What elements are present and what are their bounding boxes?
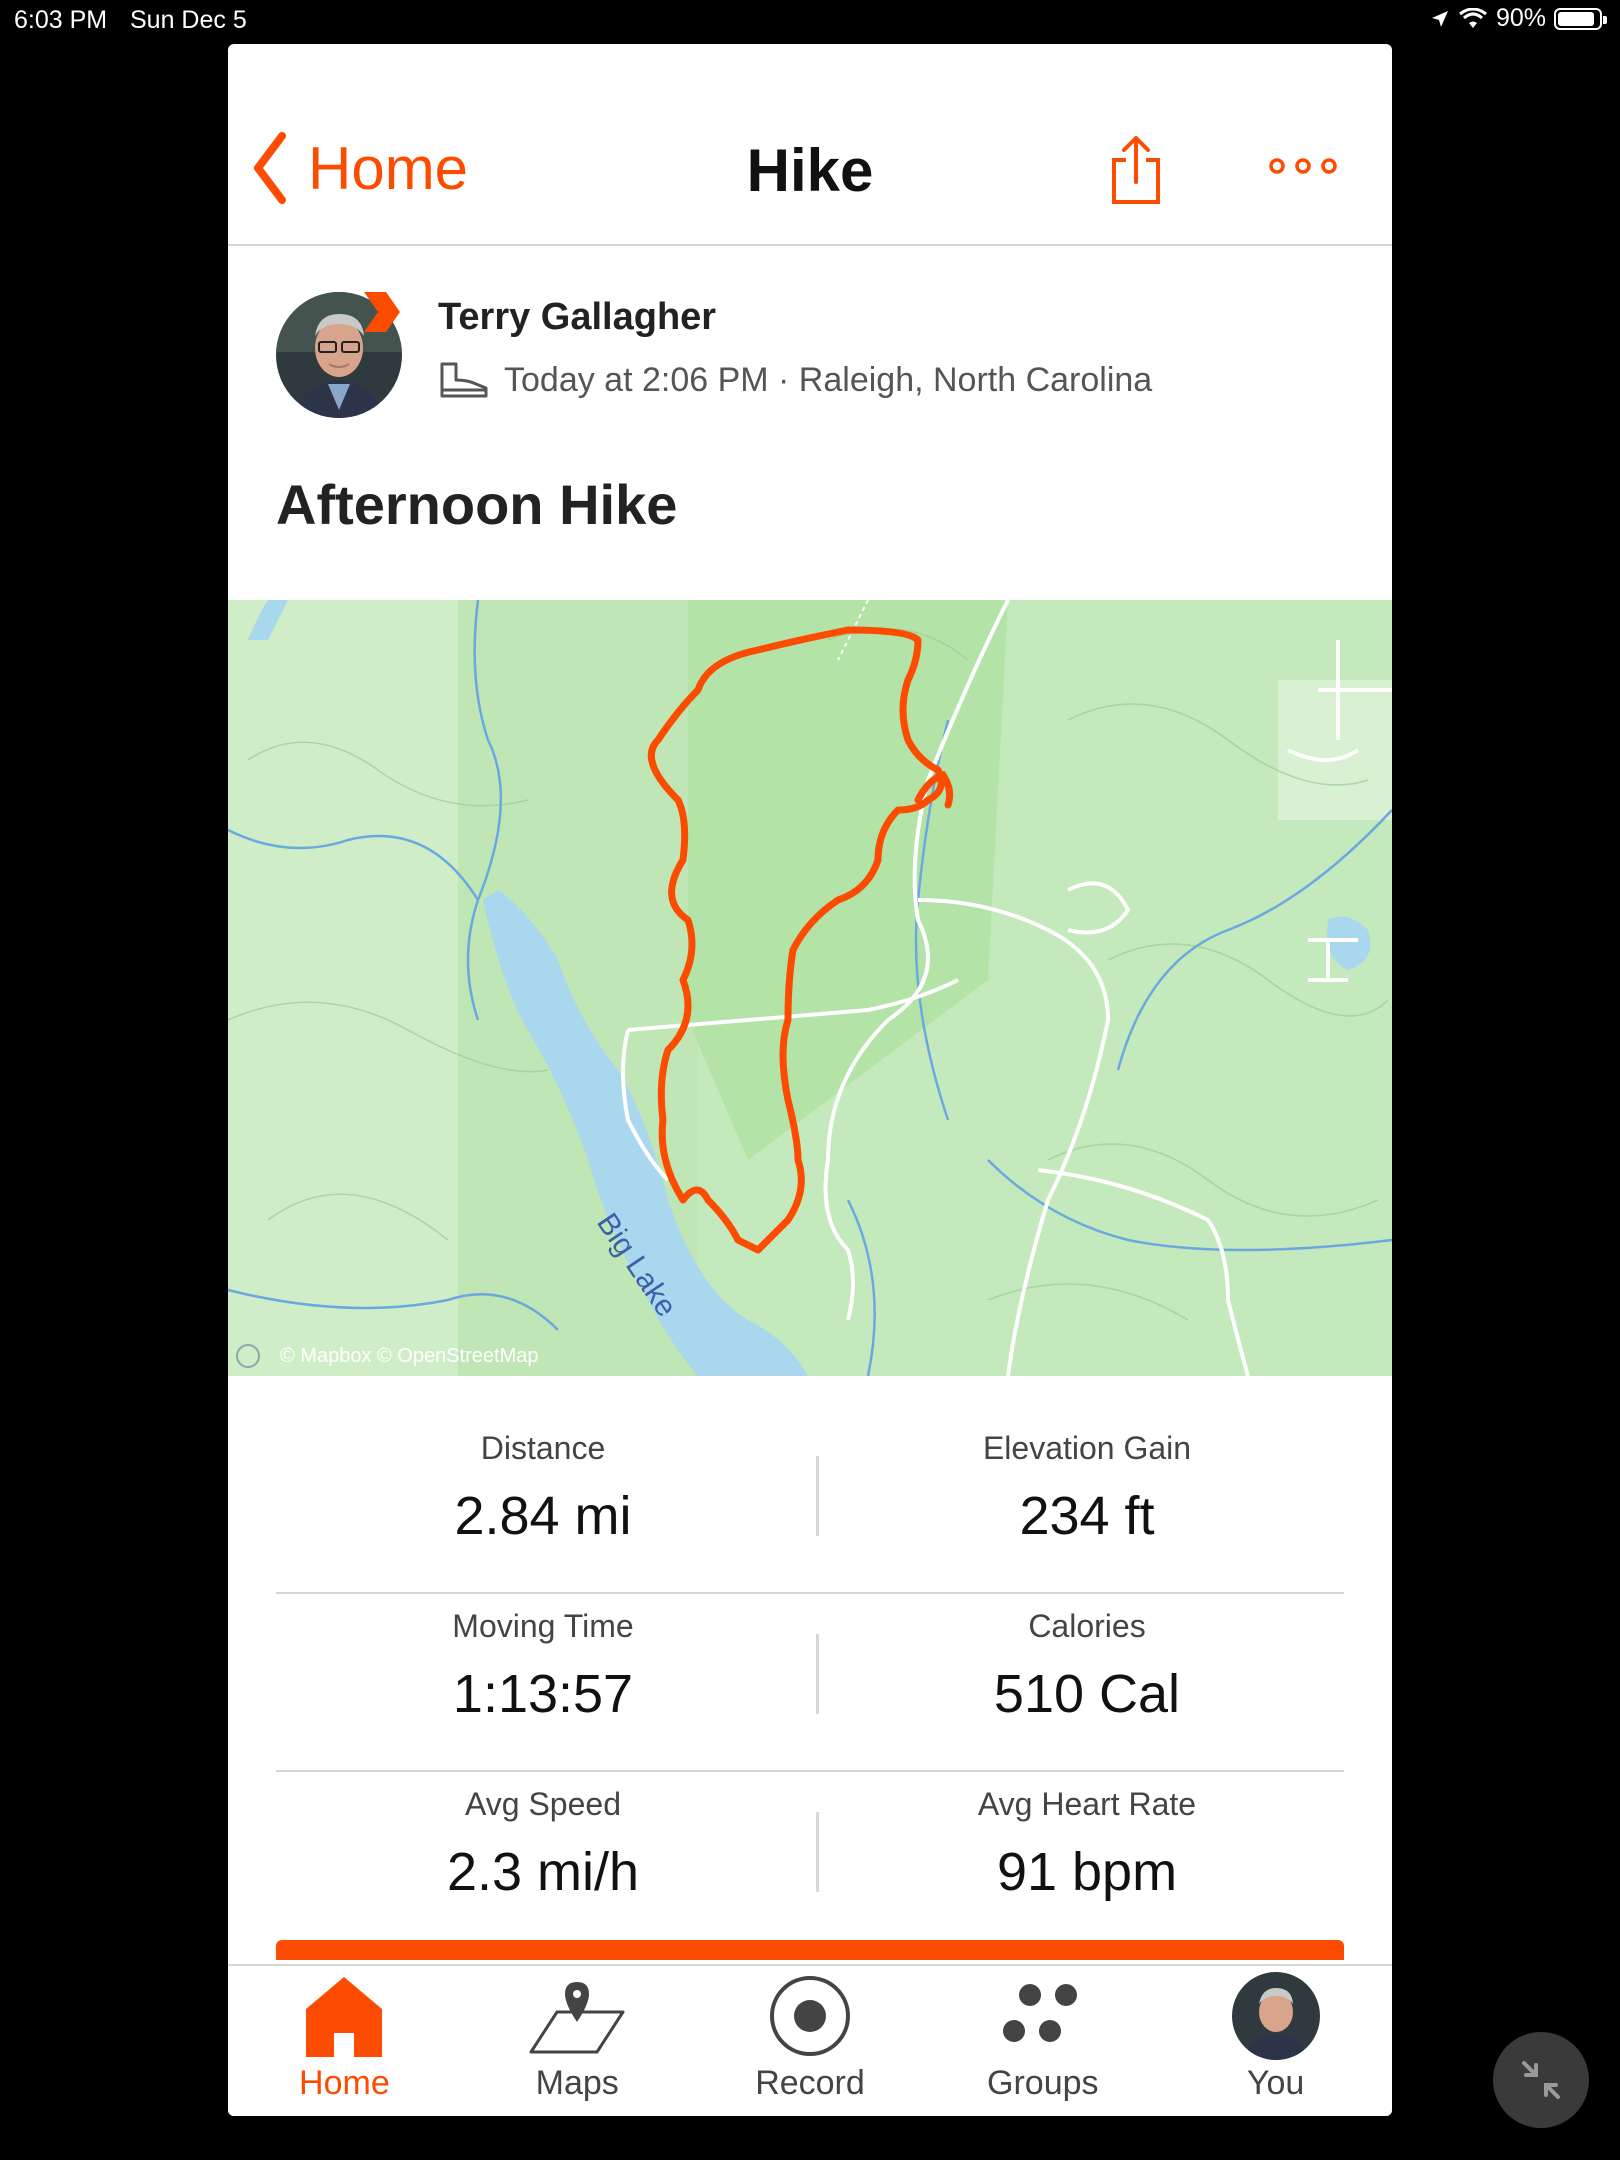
athlete-name[interactable]: Terry Gallagher (438, 296, 716, 339)
stat-value: 510 Cal (993, 1664, 1181, 1724)
navigation-bar: Home Hike (228, 44, 1392, 246)
stat-value: 2.3 mi/h (446, 1842, 640, 1902)
home-icon (306, 1977, 383, 2057)
activity-map[interactable]: Big Lake © Mapbox © OpenStreetMap (228, 600, 1392, 1376)
stat-distance: Distance 2.84 mi (276, 1416, 810, 1547)
hiking-boot-icon (440, 362, 488, 398)
stat-value: 91 bpm (996, 1842, 1178, 1902)
app-window: Home Hike Terry Gallagher Today at 2:06 … (228, 44, 1392, 2116)
activity-title: Afternoon Hike (276, 473, 678, 536)
subscriber-badge-icon (364, 292, 400, 332)
maps-icon (529, 1982, 625, 2054)
divider (816, 1634, 819, 1714)
status-indicators: 90% (1430, 4, 1607, 33)
stat-value: 2.84 mi (454, 1486, 632, 1546)
battery-level (1558, 11, 1594, 26)
divider (816, 1812, 819, 1892)
stat-label: Avg Speed (465, 1786, 621, 1822)
stat-label: Distance (480, 1430, 606, 1466)
wifi-icon (1459, 7, 1487, 28)
stat-avg-speed: Avg Speed 2.3 mi/h (276, 1772, 810, 1903)
stat-label: Elevation Gain (982, 1430, 1192, 1466)
stat-avg-heart-rate: Avg Heart Rate 91 bpm (820, 1772, 1354, 1903)
stat-label: Avg Heart Rate (977, 1786, 1197, 1822)
stat-elevation-gain: Elevation Gain 234 ft (820, 1416, 1354, 1547)
battery-icon (1554, 7, 1607, 30)
divider (816, 1456, 819, 1536)
groups-icon (1002, 1984, 1077, 2042)
stat-moving-time: Moving Time 1:13:57 (276, 1594, 810, 1725)
stat-label: Moving Time (452, 1608, 634, 1644)
activity-meta: Today at 2:06 PM · Raleigh, North Caroli… (438, 360, 1152, 400)
activity-meta-text: Today at 2:06 PM · Raleigh, North Caroli… (504, 360, 1153, 399)
tab-record[interactable]: Record (694, 1966, 927, 2116)
location-arrow-icon (1431, 10, 1448, 27)
athlete-avatar[interactable] (276, 292, 402, 418)
status-date: Sun Dec 5 (130, 6, 247, 34)
tab-home[interactable]: Home (228, 1966, 461, 2116)
record-icon (769, 1976, 850, 2056)
stats-grid: Distance 2.84 mi Elevation Gain 234 ft M… (276, 1416, 1344, 1948)
collapse-arrows-icon (1522, 2061, 1560, 2099)
map-canvas: Big Lake (228, 600, 1392, 1376)
collapse-button[interactable] (1493, 2032, 1589, 2128)
attribution-text: © Mapbox © OpenStreetMap (280, 1344, 539, 1367)
map-attribution[interactable]: © Mapbox © OpenStreetMap (236, 1344, 539, 1368)
more-dots-icon (1269, 158, 1337, 174)
tab-maps[interactable]: Maps (461, 1966, 694, 2116)
tab-groups[interactable]: Groups (926, 1966, 1159, 2116)
action-button[interactable] (276, 1940, 1344, 1960)
mapbox-logo-icon (236, 1344, 260, 1368)
tab-label: Groups (987, 2064, 1099, 2102)
tab-label: Home (299, 2064, 390, 2102)
stats-row: Distance 2.84 mi Elevation Gain 234 ft (276, 1416, 1344, 1594)
stat-value: 234 ft (1019, 1486, 1155, 1546)
stat-calories: Calories 510 Cal (820, 1594, 1354, 1725)
status-time: 6:03 PM (14, 6, 108, 34)
tab-label: You (1246, 2064, 1305, 2102)
share-button[interactable] (1108, 132, 1164, 213)
tab-label: Record (755, 2064, 865, 2102)
tab-label: Maps (535, 2064, 619, 2102)
stats-row: Moving Time 1:13:57 Calories 510 Cal (276, 1594, 1344, 1772)
more-options-button[interactable] (1268, 156, 1338, 181)
page-title: Hike (746, 137, 874, 204)
tab-you[interactable]: You (1159, 1966, 1392, 2116)
stats-row: Avg Speed 2.3 mi/h Avg Heart Rate 91 bpm (276, 1772, 1344, 1948)
stat-label: Calories (1028, 1608, 1146, 1644)
status-bar: 6:03 PM Sun Dec 5 90% (0, 0, 1620, 40)
share-icon (1112, 136, 1160, 204)
tab-bar: Home Maps Record Groups You (228, 1964, 1392, 2116)
stat-value: 1:13:57 (452, 1664, 634, 1724)
battery-percent: 90% (1495, 4, 1546, 32)
avatar (1231, 1972, 1320, 2060)
